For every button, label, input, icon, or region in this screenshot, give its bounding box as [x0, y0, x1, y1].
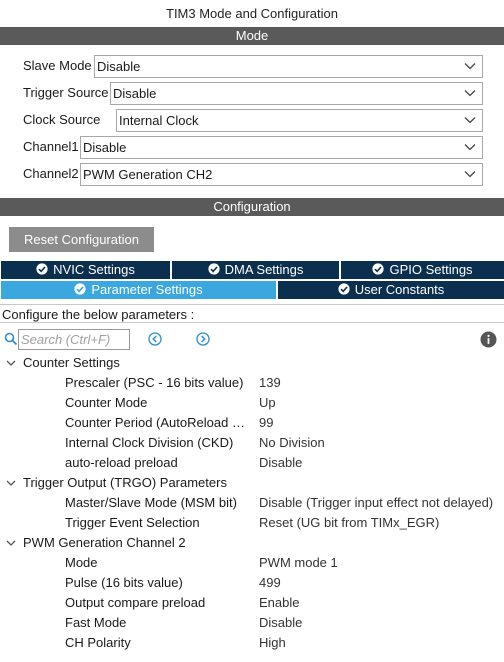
check-circle-icon [74, 283, 86, 295]
param-name: auto-reload preload [65, 455, 178, 470]
chevron-down-icon [6, 540, 16, 546]
param-name: Mode [65, 555, 98, 570]
param-row[interactable]: Prescaler (PSC - 16 bits value) 139 [0, 373, 504, 393]
param-value[interactable]: Up [259, 393, 276, 413]
param-value[interactable]: Reset (UG bit from TIMx_EGR) [259, 513, 439, 533]
tab-nvic-settings[interactable]: NVIC Settings [1, 261, 170, 279]
reset-configuration-button[interactable]: Reset Configuration [9, 227, 154, 252]
param-name: Master/Slave Mode (MSM bit) [65, 495, 237, 510]
param-row[interactable]: Internal Clock Division (CKD) No Divisio… [0, 433, 504, 453]
param-name: Output compare preload [65, 595, 206, 610]
param-row[interactable]: CH Polarity High [0, 633, 504, 653]
param-row[interactable]: Fast Mode Disable [0, 613, 504, 633]
param-row[interactable]: Counter Period (AutoReload R... 99 [0, 413, 504, 433]
param-name: Internal Clock Division (CKD) [65, 435, 234, 450]
param-name: CH Polarity [65, 635, 131, 650]
window-title: TIM3 Mode and Configuration [166, 6, 338, 21]
slave-mode-row: Slave Mode Disable [0, 54, 504, 78]
chevron-down-icon [6, 480, 16, 486]
tab-dma-settings[interactable]: DMA Settings [172, 261, 339, 279]
channel1-row: Channel1 Disable [0, 135, 504, 159]
group-counter-settings[interactable]: Counter Settings [0, 353, 504, 373]
channel1-value: Disable [83, 140, 127, 155]
param-row[interactable]: Pulse (16 bits value) 499 [0, 573, 504, 593]
mode-section-header: Mode [0, 27, 504, 45]
channel2-select[interactable]: PWM Generation CH2 [80, 163, 483, 186]
tab-label: Parameter Settings [91, 282, 203, 297]
clock-source-value: Internal Clock [119, 113, 199, 128]
group-label: Counter Settings [23, 355, 120, 370]
search-icon[interactable] [4, 332, 18, 346]
trigger-source-label: Trigger Source [23, 85, 109, 100]
slave-mode-value: Disable [97, 59, 141, 74]
check-circle-icon [372, 263, 385, 275]
param-name: Trigger Event Selection [65, 515, 200, 530]
tab-gpio-settings[interactable]: GPIO Settings [341, 261, 504, 279]
check-circle-icon [36, 263, 48, 275]
param-name: Fast Mode [65, 615, 127, 630]
tab-parameter-settings[interactable]: Parameter Settings [1, 281, 276, 299]
param-name: Pulse (16 bits value) [65, 575, 183, 590]
param-row[interactable]: Counter Mode Up [0, 393, 504, 413]
param-value[interactable]: Disable [259, 613, 302, 633]
param-row[interactable]: Master/Slave Mode (MSM bit) Disable (Tri… [0, 493, 504, 513]
chevron-down-icon [464, 171, 476, 178]
param-name: Counter Period (AutoReload R... [65, 415, 252, 430]
clock-source-select[interactable]: Internal Clock [116, 109, 483, 132]
param-name: Counter Mode [65, 395, 148, 410]
channel1-label: Channel1 [23, 139, 79, 154]
param-value[interactable]: No Division [259, 433, 325, 453]
param-value[interactable]: 139 [259, 373, 281, 393]
chevron-down-icon [464, 63, 476, 70]
group-pwm-generation-channel-2[interactable]: PWM Generation Channel 2 [0, 533, 504, 553]
tab-label: DMA Settings [224, 262, 304, 277]
param-value[interactable]: Disable [259, 453, 302, 473]
param-value[interactable]: PWM mode 1 [259, 553, 338, 573]
chevron-down-icon [464, 144, 476, 151]
check-circle-icon [338, 283, 350, 295]
channel2-label: Channel2 [23, 166, 79, 181]
group-label: Trigger Output (TRGO) Parameters [23, 475, 227, 490]
tab-user-constants[interactable]: User Constants [278, 281, 504, 299]
param-row[interactable]: auto-reload preload Disable [0, 453, 504, 473]
param-row[interactable]: Mode PWM mode 1 [0, 553, 504, 573]
tab-label: NVIC Settings [53, 262, 135, 277]
param-value[interactable]: Disable (Trigger input effect not delaye… [259, 493, 493, 513]
param-value[interactable]: High [259, 633, 286, 653]
configuration-section-header: Configuration [0, 198, 504, 216]
channel2-row: Channel2 PWM Generation CH2 [0, 162, 504, 186]
channel1-select[interactable]: Disable [80, 136, 483, 159]
channel2-value: PWM Generation CH2 [83, 167, 213, 182]
previous-match-icon[interactable] [148, 332, 162, 346]
trigger-source-row: Trigger Source Disable [0, 81, 504, 105]
clock-source-row: Clock Source Internal Clock [0, 108, 504, 132]
param-value[interactable]: Enable [259, 593, 299, 613]
param-value[interactable]: 499 [259, 573, 281, 593]
chevron-down-icon [464, 90, 476, 97]
chevron-down-icon [6, 360, 16, 366]
tab-label: GPIO Settings [389, 262, 473, 277]
next-match-icon[interactable] [196, 332, 210, 346]
clock-source-label: Clock Source [23, 112, 101, 127]
check-circle-icon [208, 263, 220, 275]
tab-label: User Constants [354, 282, 445, 297]
chevron-down-icon [464, 117, 476, 124]
slave-mode-select[interactable]: Disable [94, 55, 483, 78]
slave-mode-label: Slave Mode [23, 58, 92, 73]
param-value[interactable]: 99 [259, 413, 273, 433]
info-icon[interactable] [480, 331, 497, 348]
parameters-hint: Configure the below parameters : [0, 304, 504, 323]
group-trigger-output[interactable]: Trigger Output (TRGO) Parameters [0, 473, 504, 493]
trigger-source-value: Disable [113, 86, 157, 101]
param-row[interactable]: Output compare preload Enable [0, 593, 504, 613]
search-input[interactable] [18, 329, 130, 350]
group-label: PWM Generation Channel 2 [23, 535, 186, 550]
param-row[interactable]: Trigger Event Selection Reset (UG bit fr… [0, 513, 504, 533]
param-name: Prescaler (PSC - 16 bits value) [65, 375, 244, 390]
trigger-source-select[interactable]: Disable [110, 82, 483, 105]
